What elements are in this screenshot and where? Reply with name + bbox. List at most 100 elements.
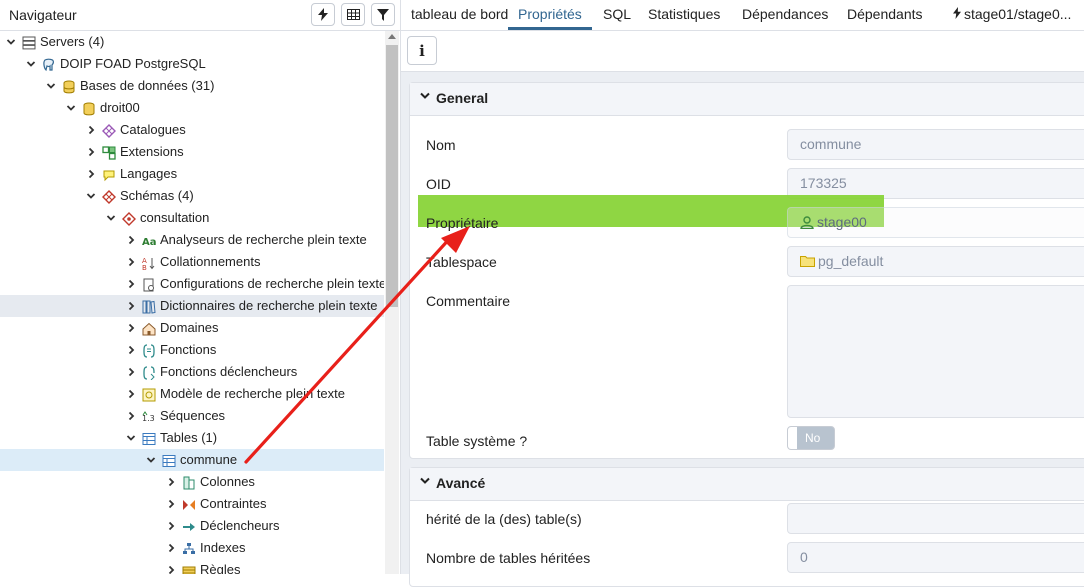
name-field[interactable]: commune [787, 129, 1084, 160]
tree-node-label: Catalogues [120, 122, 186, 137]
svg-text:1.3: 1.3 [142, 414, 155, 423]
chevron-down-icon[interactable] [65, 97, 77, 119]
chevron-right-icon[interactable] [85, 141, 97, 163]
chevron-right-icon[interactable] [165, 493, 177, 515]
navigator-header: Navigateur [0, 0, 400, 31]
name-value: commune [800, 136, 862, 152]
tree-node-label: commune [180, 452, 238, 467]
chevron-down-icon[interactable] [25, 53, 37, 75]
tree-node-label: Tables (1) [160, 430, 218, 445]
chevron-down-icon[interactable] [85, 185, 97, 207]
servers-icon [22, 35, 36, 50]
tree-node-schémas-4[interactable]: Schémas (4) [0, 185, 384, 207]
tree-node-contraintes[interactable]: Contraintes [0, 493, 384, 515]
tab-label: Statistiques [648, 6, 721, 22]
tree-node-extensions[interactable]: Extensions [0, 141, 384, 163]
databases-icon [62, 79, 76, 94]
tree-node-label: Règles [200, 562, 241, 574]
info-button[interactable]: i [407, 36, 437, 65]
general-section-title: General [436, 90, 489, 106]
chevron-right-icon[interactable] [125, 361, 137, 383]
tree-node-tables-1[interactable]: Tables (1) [0, 427, 384, 449]
chevron-right-icon[interactable] [125, 317, 137, 339]
tab-dépendances[interactable]: Dépendances [742, 0, 828, 30]
tab-dépendants[interactable]: Dépendants [847, 0, 923, 30]
schemas-icon [102, 189, 116, 204]
chevron-right-icon[interactable] [85, 163, 97, 185]
tree-node-configurations-de-recherche-plein-texte[interactable]: Configurations de recherche plein texte [0, 273, 384, 295]
filter-button[interactable] [371, 3, 395, 26]
chevron-down-icon[interactable] [5, 31, 17, 53]
lightning-icon [318, 8, 328, 21]
chevron-right-icon[interactable] [125, 251, 137, 273]
extensions-icon [102, 145, 116, 160]
scroll-thumb[interactable] [386, 45, 398, 307]
navigator-panel: Navigateur Servers (4) DOIP FOAD PostgreS… [0, 0, 401, 574]
chevron-right-icon[interactable] [165, 537, 177, 559]
chevron-right-icon[interactable] [125, 273, 137, 295]
chevron-right-icon[interactable] [125, 229, 137, 251]
general-section: General Nom commune OID 173325 [409, 82, 1084, 459]
tree-node-bases-de-données-31[interactable]: Bases de données (31) [0, 75, 384, 97]
chevron-down-icon[interactable] [45, 75, 57, 97]
chevron-right-icon[interactable] [85, 119, 97, 141]
fts-dictionary-icon [142, 299, 156, 314]
filter-icon [377, 8, 389, 21]
tab-statistiques[interactable]: Statistiques [648, 0, 720, 30]
tree-node-label: droit00 [100, 100, 140, 115]
tree-node-collationnements[interactable]: A B Collationnements [0, 251, 384, 273]
tab-label: tableau de bord [411, 6, 509, 22]
chevron-right-icon[interactable] [165, 471, 177, 493]
tree-node-commune[interactable]: commune [0, 449, 384, 471]
tree-node-servers-4[interactable]: Servers (4) [0, 31, 384, 53]
tab-label: stage01/stage0... [964, 6, 1072, 22]
chevron-down-icon[interactable] [105, 207, 117, 229]
tree-node-séquences[interactable]: 1.3 Séquences [0, 405, 384, 427]
tree-node-dictionnaires-de-recherche-plein-texte[interactable]: Dictionnaires de recherche plein texte [0, 295, 384, 317]
query-tool-button[interactable] [311, 3, 335, 26]
tree-node-déclencheurs[interactable]: Déclencheurs [0, 515, 384, 537]
tree-node-modèle-de-recherche-plein-texte[interactable]: Modèle de recherche plein texte [0, 383, 384, 405]
tree-node-label: Fonctions [160, 342, 217, 357]
chevron-down-icon [420, 91, 430, 103]
view-data-button[interactable] [341, 3, 365, 26]
tree-node-colonnes[interactable]: Colonnes [0, 471, 384, 493]
tree-node-règles[interactable]: Règles [0, 559, 384, 574]
chevron-down-icon[interactable] [145, 449, 157, 471]
chevron-right-icon[interactable] [165, 559, 177, 574]
chevron-right-icon[interactable] [125, 383, 137, 405]
tree-node-label: Dictionnaires de recherche plein texte [160, 298, 378, 313]
chevron-right-icon[interactable] [165, 515, 177, 537]
tab-sql[interactable]: SQL [603, 0, 631, 30]
tree-node-label: Schémas (4) [120, 188, 194, 203]
postgresql-elephant-icon [42, 57, 56, 72]
chevron-right-icon[interactable] [125, 295, 137, 317]
tables-icon [142, 431, 156, 445]
tree-node-consultation[interactable]: consultation [0, 207, 384, 229]
tree-node-indexes[interactable]: Indexes [0, 537, 384, 559]
tree-node-label: Servers (4) [40, 34, 105, 49]
tree-node-langages[interactable]: Langages [0, 163, 384, 185]
languages-icon [102, 167, 116, 182]
tree-node-doip-foad-postgresql[interactable]: DOIP FOAD PostgreSQL [0, 53, 384, 75]
general-section-header[interactable]: General [410, 83, 1084, 116]
tab-label: SQL [603, 6, 632, 22]
tree-node-droit00[interactable]: droit00 [0, 97, 384, 119]
tree-node-domaines[interactable]: Domaines [0, 317, 384, 339]
tree-node-label: Bases de données (31) [80, 78, 215, 93]
tab-tableau-de-bord[interactable]: tableau de bord [411, 0, 508, 30]
oid-label: OID [426, 176, 451, 192]
tree-node-fonctions-déclencheurs[interactable]: Fonctions déclencheurs [0, 361, 384, 383]
chevron-right-icon[interactable] [125, 405, 137, 427]
tab-propriétés[interactable]: Propriétés [508, 0, 592, 30]
tree-node-catalogues[interactable]: Catalogues [0, 119, 384, 141]
name-label: Nom [426, 137, 456, 153]
navigator-scrollbar[interactable] [385, 31, 399, 574]
scroll-up-arrow-icon[interactable] [388, 34, 396, 39]
chevron-down-icon[interactable] [125, 427, 137, 449]
tab-stage01-stage0[interactable]: stage01/stage0... [953, 0, 1071, 30]
tree-node-fonctions[interactable]: Fonctions [0, 339, 384, 361]
tree-node-analyseurs-de-recherche-plein-texte[interactable]: Aa Analyseurs de recherche plein texte [0, 229, 384, 251]
chevron-right-icon[interactable] [125, 339, 137, 361]
tab-label: Dépendances [742, 6, 829, 22]
